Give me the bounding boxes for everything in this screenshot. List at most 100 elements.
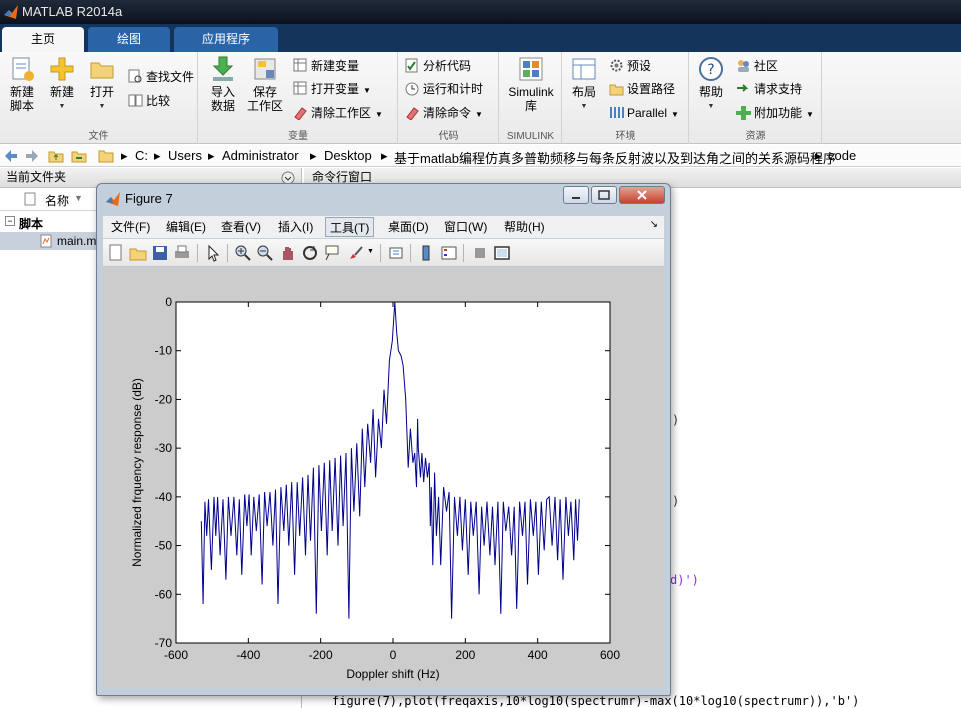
set-path-button[interactable]: 设置路径: [609, 80, 675, 98]
tab-plots[interactable]: 绘图: [88, 27, 170, 52]
toolbar-separator: [463, 244, 464, 262]
add-ons-button[interactable]: 附加功能 ▼: [736, 104, 814, 122]
save-workspace-label: 保存 工作区: [246, 85, 283, 113]
menu-file[interactable]: 文件(F): [107, 217, 154, 237]
data-cursor-icon[interactable]: [323, 244, 341, 262]
menu-insert[interactable]: 插入(I): [274, 217, 317, 237]
menu-window[interactable]: 窗口(W): [440, 217, 491, 237]
colorbar-icon[interactable]: [417, 244, 435, 262]
parallel-button[interactable]: Parallel ▼: [609, 104, 679, 122]
simulink-library-button[interactable]: Simulink 库: [504, 56, 558, 113]
chevron-down-icon: ▼: [671, 110, 679, 119]
brush-icon[interactable]: [347, 244, 365, 262]
open-file-icon[interactable]: [129, 244, 147, 262]
breadcrumb-item[interactable]: Administrator: [222, 148, 299, 163]
sort-chevron-icon[interactable]: ▼: [74, 193, 83, 203]
pointer-icon[interactable]: [204, 244, 222, 262]
resources-section-label: 资源: [745, 131, 766, 142]
up-folder-icon[interactable]: [48, 148, 64, 164]
command-line: figure(7),plot(freqaxis,10*log10(spectru…: [332, 694, 860, 708]
code-section-label: 代码: [438, 131, 459, 142]
x-tick-label: 400: [528, 648, 548, 662]
file-row-main[interactable]: main.m: [0, 232, 96, 250]
tab-apps[interactable]: 应用程序: [174, 27, 278, 52]
breadcrumb-item[interactable]: Desktop: [324, 148, 372, 163]
rotate-icon[interactable]: [301, 244, 319, 262]
request-support-button[interactable]: 请求支持: [736, 80, 802, 98]
dock-icon[interactable]: [493, 244, 511, 262]
pan-icon[interactable]: [279, 244, 297, 262]
breadcrumb-item[interactable]: code: [828, 148, 856, 163]
menu-view[interactable]: 查看(V): [217, 217, 265, 237]
new-button[interactable]: 新建 ▼: [44, 56, 80, 114]
maximize-button[interactable]: [591, 186, 617, 204]
menu-help[interactable]: 帮助(H): [500, 217, 549, 237]
plot-area: [175, 301, 611, 644]
find-files-label: 查找文件: [146, 70, 195, 84]
forward-arrow-icon[interactable]: [24, 148, 40, 164]
set-path-label: 设置路径: [627, 82, 676, 96]
open-variable-button[interactable]: 打开变量 ▼: [293, 80, 371, 98]
matlab-logo-icon: [106, 192, 120, 206]
analyze-code-label: 分析代码: [423, 59, 472, 73]
zoom-out-icon[interactable]: [256, 244, 274, 262]
layout-button[interactable]: 布局 ▼: [567, 56, 601, 114]
close-button[interactable]: [619, 186, 665, 204]
breadcrumb-item[interactable]: C:: [135, 148, 148, 163]
preferences-button[interactable]: 预设: [609, 57, 651, 75]
zoom-in-icon[interactable]: [234, 244, 252, 262]
brush-dropdown-icon[interactable]: ▼: [367, 248, 374, 255]
help-button[interactable]: ? 帮助 ▼: [694, 56, 728, 114]
run-and-time-button[interactable]: 运行和计时: [405, 80, 483, 98]
figure-window[interactable]: Figure 7 文件(F) 编辑(E) 查看(V) 插入(I) 工具(T) 桌…: [96, 183, 671, 696]
clear-commands-icon: [406, 107, 419, 120]
figure-menu-bar: 文件(F) 编辑(E) 查看(V) 插入(I) 工具(T) 桌面(D) 窗口(W…: [103, 216, 664, 238]
name-column-label[interactable]: 名称: [45, 192, 69, 209]
compare-icon: [128, 94, 143, 107]
figure-canvas[interactable]: -600 -400 -200 0 200 400 600 0 -10 -20 -30 -40 -50 -6…: [103, 268, 664, 688]
community-button[interactable]: 社区: [736, 57, 778, 75]
toolbar-separator: [197, 244, 198, 262]
tab-home[interactable]: 主页: [2, 27, 84, 52]
menu-desktop[interactable]: 桌面(D): [384, 217, 433, 237]
import-data-button[interactable]: 导入 数据: [203, 56, 243, 113]
hide-tools-icon[interactable]: [471, 244, 489, 262]
link-icon[interactable]: [387, 244, 405, 262]
address-bar: ▸ C: ▸ Users ▸ Administrator ▸ Desktop ▸…: [0, 145, 961, 167]
menu-tools[interactable]: 工具(T): [325, 217, 375, 237]
breadcrumb-item[interactable]: Users: [168, 148, 202, 163]
simulink-section: Simulink 库 SIMULINK: [500, 52, 562, 144]
file-name: main.m: [57, 234, 97, 248]
open-variable-label: 打开变量: [311, 82, 360, 96]
browse-folder-icon[interactable]: [71, 148, 87, 164]
menu-edit[interactable]: 编辑(E): [162, 217, 210, 237]
chevron-down-icon: ▼: [707, 103, 715, 110]
breadcrumb-item[interactable]: 基于matlab编程仿真多普勒频移与每条反射波以及到达角之间的关系源码程序: [394, 148, 836, 167]
environment-section-label: 环境: [615, 131, 636, 142]
back-arrow-icon[interactable]: [3, 148, 19, 164]
collapse-icon[interactable]: −: [5, 216, 15, 226]
minimize-button[interactable]: [563, 186, 589, 204]
figure-title: Figure 7: [125, 191, 173, 206]
new-script-label: 新建 脚本: [9, 85, 34, 113]
clear-workspace-button[interactable]: 清除工作区 ▼: [293, 104, 383, 122]
clear-commands-button[interactable]: 清除命令 ▼: [405, 104, 483, 122]
new-script-button[interactable]: 新建 脚本: [4, 56, 40, 113]
variable-section: 导入 数据 保存 工作区 新建变量 打开变量 ▼ 清除工作区 ▼ 变量: [199, 52, 398, 144]
legend-icon[interactable]: [440, 244, 458, 262]
find-files-button[interactable]: 查找文件: [128, 68, 194, 86]
command-fragment: ): [672, 494, 680, 508]
line-chart[interactable]: -600 -400 -200 0 200 400 600 0 -10 -20 -30 -40 -50 -6…: [103, 268, 664, 688]
analyze-code-button[interactable]: 分析代码: [405, 57, 471, 75]
new-variable-button[interactable]: 新建变量: [293, 57, 359, 75]
folder-icon: [98, 150, 114, 163]
open-button[interactable]: 打开 ▼: [84, 56, 120, 114]
print-icon[interactable]: [173, 244, 191, 262]
save-icon[interactable]: [151, 244, 169, 262]
menu-dock-arrow-icon[interactable]: ↘: [650, 219, 658, 230]
new-figure-icon[interactable]: [107, 244, 125, 262]
svg-text:?: ?: [707, 62, 714, 78]
save-workspace-button[interactable]: 保存 工作区: [245, 56, 285, 113]
chevron-down-icon: ▼: [580, 103, 588, 110]
compare-button[interactable]: 比较: [128, 92, 170, 110]
